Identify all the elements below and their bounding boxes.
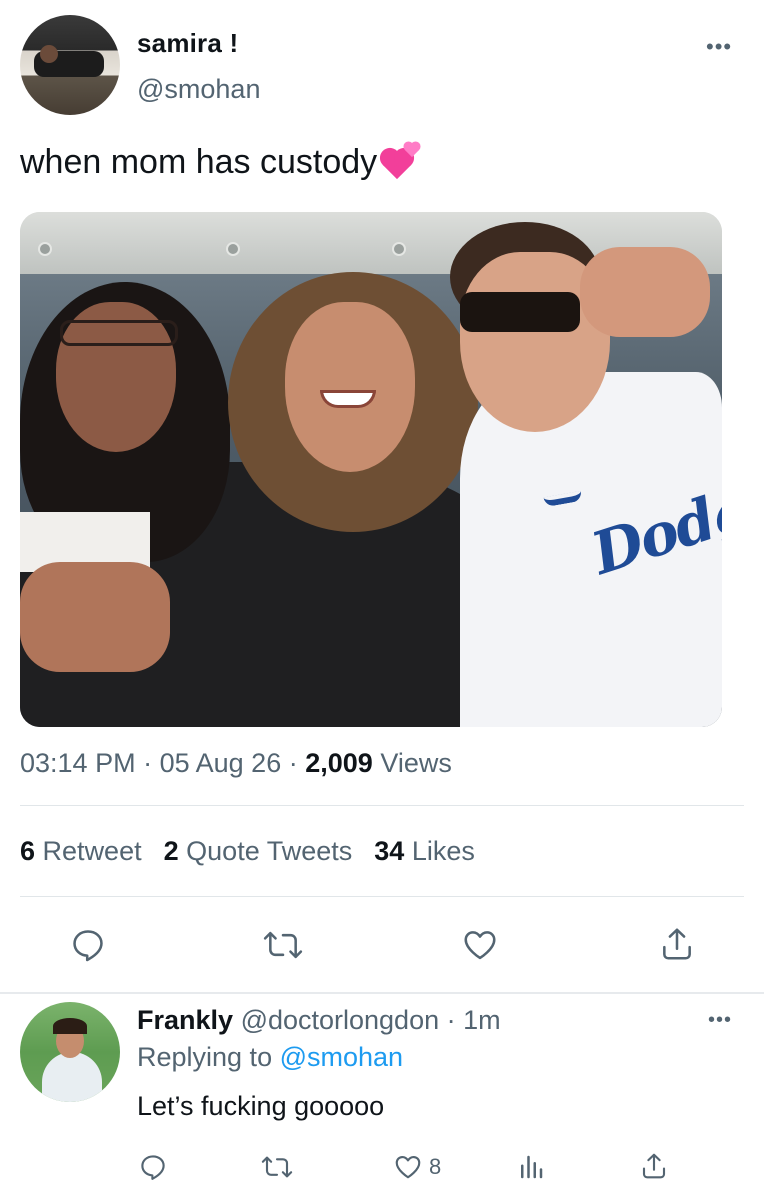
author-handle[interactable]: @smohan [137, 74, 260, 105]
retweets-count: 6 [20, 836, 36, 866]
tweet-separator [0, 992, 764, 994]
reply-separator: · [446, 1005, 456, 1035]
reply-icon[interactable] [68, 926, 108, 964]
replying-to-handle[interactable]: @smohan [280, 1042, 403, 1072]
author-avatar[interactable] [20, 15, 120, 115]
reply-retweet-icon[interactable] [259, 1152, 295, 1182]
tweet-meta: 03:14 PM · 05 Aug 26 · 2,009 Views [20, 748, 452, 779]
avatar-hair [53, 1018, 87, 1034]
divider [20, 805, 744, 806]
photo-person-center-face [285, 302, 415, 472]
reply-analytics-icon[interactable] [516, 1152, 546, 1182]
photo-hand [580, 247, 710, 337]
replying-to-prefix: Replying to [137, 1042, 273, 1072]
retweets-stat[interactable]: 6 Retweet [20, 836, 142, 866]
quotes-count: 2 [163, 836, 179, 866]
photo-glasses [60, 320, 178, 346]
likes-count: 34 [374, 836, 405, 866]
retweet-icon[interactable] [261, 926, 305, 964]
more-options-icon[interactable]: ••• [706, 34, 732, 60]
tweet-photo[interactable]: Dodgers [20, 212, 722, 727]
retweets-label: Retweet [42, 836, 142, 866]
views-count: 2,009 [305, 748, 373, 778]
avatar-head [40, 45, 58, 63]
main-tweet: samira ! @smohan ••• when mom has custod… [0, 0, 764, 995]
reply-display-name[interactable]: Frankly [137, 1005, 233, 1035]
tweet-time[interactable]: 03:14 PM [20, 748, 136, 778]
likes-label: Likes [411, 836, 475, 866]
two-hearts-emoji-icon [383, 142, 420, 180]
views-label: Views [380, 748, 452, 778]
reply-more-options-icon[interactable]: ••• [708, 1009, 732, 1032]
photo-arm [20, 562, 170, 672]
divider [20, 896, 744, 897]
tweet-date[interactable]: 05 Aug 26 [160, 748, 282, 778]
reply-reply-icon[interactable] [137, 1152, 169, 1182]
author-display-name[interactable]: samira ! [137, 28, 238, 59]
reply-tweet[interactable]: Frankly @doctorlongdon · 1m ••• Replying… [0, 995, 764, 1200]
avatar-shirt [42, 1052, 102, 1102]
reply-time[interactable]: 1m [463, 1005, 501, 1035]
reply-header: Frankly @doctorlongdon · 1m [137, 1005, 501, 1036]
reply-author-avatar[interactable] [20, 1002, 120, 1102]
engagement-stats: 6 Retweet 2 Quote Tweets 34 Likes [20, 836, 475, 867]
likes-stat[interactable]: 34 Likes [374, 836, 475, 866]
reply-like-count: 8 [429, 1154, 442, 1179]
tweet-text-content: when mom has custody [20, 143, 378, 181]
tweet-action-bar [0, 920, 764, 970]
share-icon[interactable] [658, 924, 696, 964]
reply-handle[interactable]: @doctorlongdon [241, 1005, 440, 1035]
meta-separator: · [143, 748, 160, 778]
quotes-label: Quote Tweets [186, 836, 353, 866]
tweet-text: when mom has custody [20, 140, 420, 184]
like-icon[interactable] [460, 926, 500, 964]
reply-like-icon[interactable] [392, 1152, 424, 1182]
replying-to: Replying to @smohan [137, 1042, 403, 1073]
reply-text: Let’s fucking gooooo [137, 1091, 385, 1121]
quotes-stat[interactable]: 2 Quote Tweets [164, 836, 353, 866]
meta-separator: · [288, 748, 306, 778]
photo-sunglasses [460, 292, 580, 332]
reply-share-icon[interactable] [639, 1150, 669, 1182]
